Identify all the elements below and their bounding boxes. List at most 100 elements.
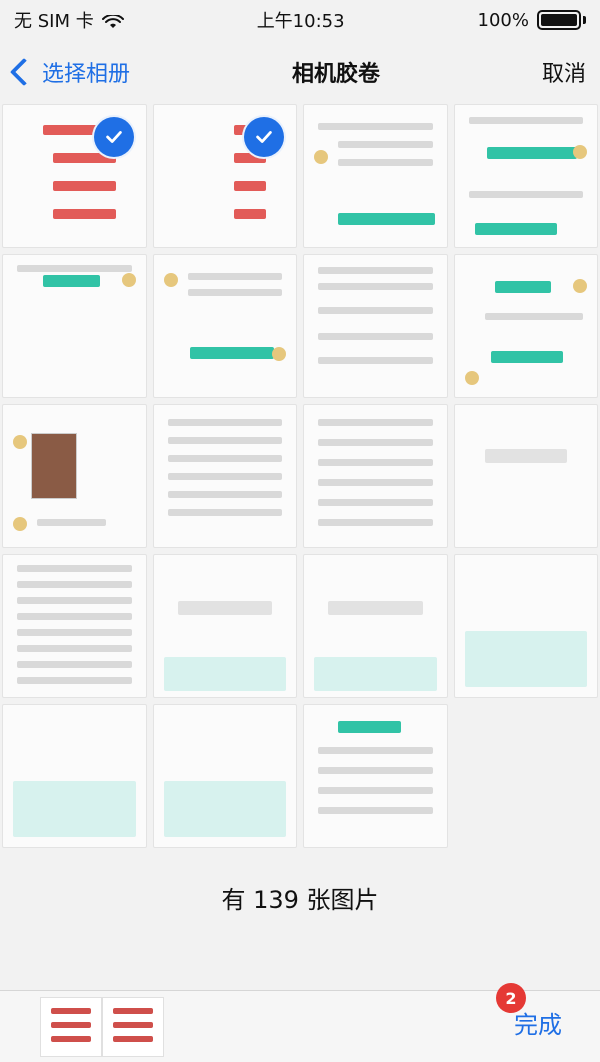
thumb-line [338,159,433,166]
thumb-line [17,565,132,572]
avatar [272,347,286,361]
thumb-line [318,807,433,814]
photo-count-text: 有 139 张图片 [221,886,379,914]
avatar [121,273,136,287]
selected-thumbnail[interactable] [40,997,102,1057]
thumb-line [318,767,433,774]
avatar [573,145,587,159]
photo-thumbnail[interactable] [303,104,448,248]
thumb-line [484,313,583,320]
thumb-line [17,597,132,604]
thumb-line [167,491,282,498]
thumb-line [187,289,282,296]
thumb-line [17,677,132,684]
thumb-line [318,123,433,130]
mini-red-line [113,1008,153,1014]
thumb-line [318,519,433,526]
photo-thumbnail[interactable] [303,404,448,548]
status-bar: 无 SIM 卡 上午10:53 100% [0,0,600,40]
wifi-icon [101,13,124,28]
photo-thumbnail[interactable] [2,404,147,548]
thumb-line [318,307,433,314]
photo-thumbnail[interactable] [453,554,598,698]
thumb-red-bar [233,181,266,191]
photo-thumbnail[interactable] [453,104,598,248]
thumb-line [37,519,106,526]
thumb-line [167,437,282,444]
thumb-line [318,787,433,794]
selected-thumbnail[interactable] [102,997,164,1057]
photo-thumbnail[interactable] [152,254,297,398]
thumb-line [318,357,433,364]
done-button[interactable]: 完成 [514,1005,562,1040]
thumb-line [328,601,423,615]
thumb-line [167,509,282,516]
thumb-teal-bar [486,147,577,159]
thumb-line [318,479,433,486]
photo-thumbnail[interactable] [152,704,297,848]
chart-preview [314,657,437,691]
thumb-red-bar [53,181,116,191]
thumb-line [17,645,132,652]
thumb-line [17,265,132,272]
page-title: 相机胶卷 [291,62,380,87]
photo-thumbnail[interactable] [2,554,147,698]
thumb-line [167,455,282,462]
mini-red-line [113,1022,153,1028]
cancel-button[interactable]: 取消 [542,56,586,88]
thumb-line [318,267,433,274]
photo-thumbnail[interactable] [152,404,297,548]
avatar [573,279,587,293]
thumb-teal-bar [338,213,435,225]
thumb-red-bar [53,209,116,219]
battery-cap [583,16,586,24]
battery-icon [537,10,586,30]
thumb-line [167,419,282,426]
thumb-line [17,581,132,588]
thumb-line [318,283,433,290]
thumb-line [318,439,433,446]
back-label: 选择相册 [42,62,131,87]
thumb-teal-bar [43,275,100,287]
battery-percentage: 100% [477,9,529,31]
thumb-teal-bar [494,281,551,293]
thumb-teal-bar [474,223,557,235]
thumb-teal-bar [189,347,274,359]
avatar [464,371,479,385]
back-button[interactable]: 选择相册 [9,56,131,88]
photo-thumbnail[interactable] [2,704,147,848]
thumb-line [187,273,282,280]
chart-preview [464,631,587,687]
photo-thumbnail[interactable] [152,104,297,248]
mini-red-line [51,1022,91,1028]
photo-thumbnail[interactable] [453,404,598,548]
photo-thumbnail[interactable] [453,254,598,398]
thumb-line [318,499,433,506]
carrier-text: 无 SIM 卡 [14,11,94,32]
time-text: 上午10:53 [256,11,345,32]
thumb-line [318,747,433,754]
avatar [13,435,27,449]
chart-preview [163,657,286,691]
check-circle-icon[interactable] [91,115,136,159]
chevron-left-icon [9,57,39,87]
battery-body [537,10,581,30]
photo-thumbnail[interactable] [453,704,598,848]
check-icon [256,131,272,143]
navigation-bar: 选择相册 相机胶卷 取消 [0,40,600,104]
photo-thumbnail[interactable] [152,554,297,698]
thumb-line [177,601,272,615]
thumb-line [318,419,433,426]
thumb-line [318,333,433,340]
photo-thumbnail[interactable] [2,104,147,248]
photo-thumbnail[interactable] [2,254,147,398]
check-circle-icon[interactable] [242,115,286,159]
thumb-teal-bar [338,721,401,733]
battery: 100% [478,10,586,31]
photo-thumbnail[interactable] [303,554,448,698]
thumb-teal-bar [490,351,563,363]
image-preview [31,433,77,499]
photo-thumbnail[interactable] [303,254,448,398]
thumb-line [17,661,132,668]
photo-thumbnail[interactable] [303,704,448,848]
